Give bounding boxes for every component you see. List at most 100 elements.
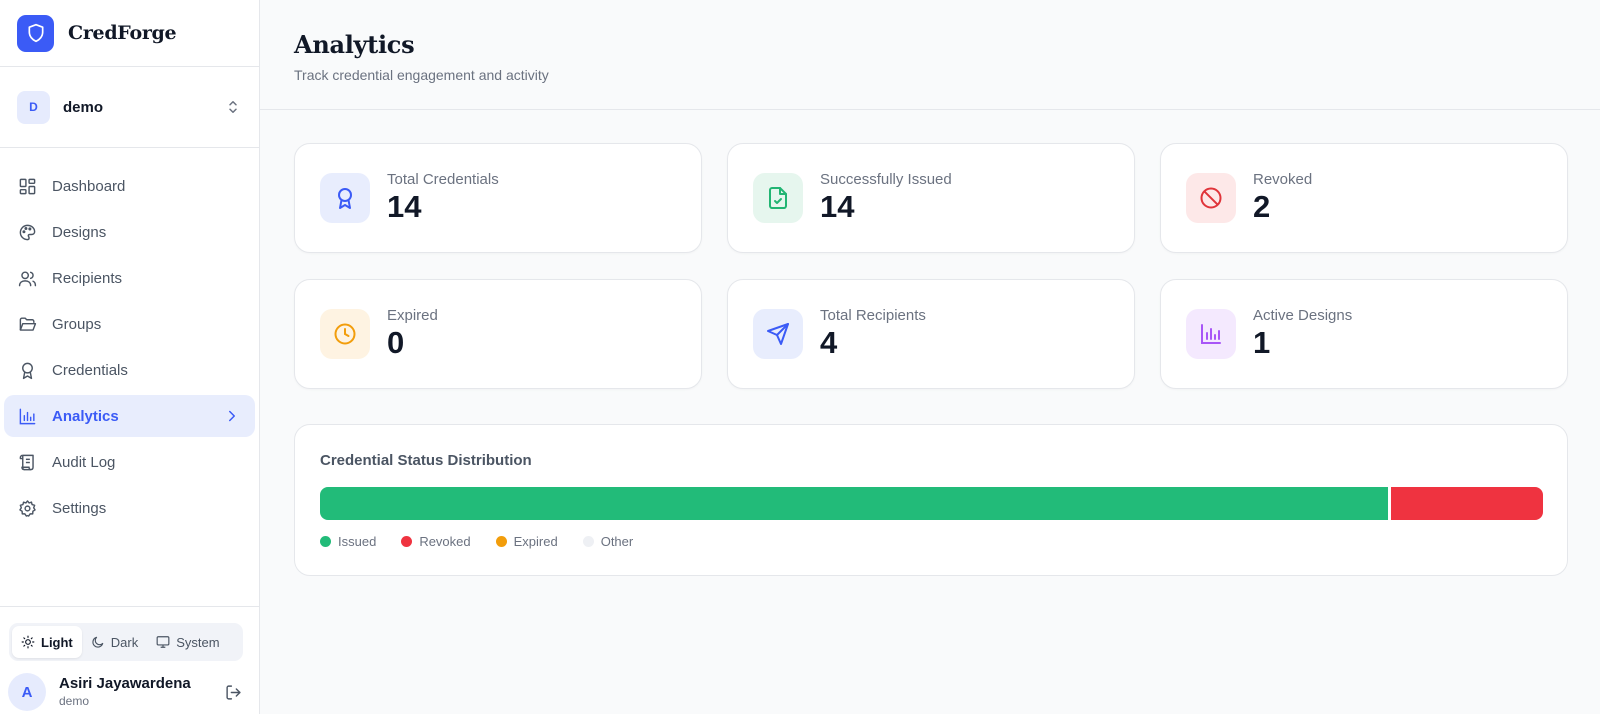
sidebar: CredForge D demo Dashboard Designs Recip… <box>0 0 260 714</box>
stat-card-successfully-issued: Successfully Issued 14 <box>727 143 1135 253</box>
brand-name: CredForge <box>68 22 177 44</box>
stat-icon-bg <box>320 309 370 359</box>
palette-icon <box>17 222 37 242</box>
legend-item-expired: Expired <box>495 534 558 549</box>
stats-grid: Total Credentials 14 Successfully Issued… <box>294 143 1568 389</box>
stat-icon-bg <box>320 173 370 223</box>
chevron-right-icon <box>229 410 235 422</box>
chevrons-up-down-icon <box>229 101 237 113</box>
stat-value: 14 <box>820 189 855 224</box>
legend-label: Other <box>600 534 634 549</box>
scroll-icon <box>17 452 37 472</box>
org-name: demo <box>63 98 104 116</box>
legend-item-other: Other <box>582 534 634 549</box>
dashboard-icon <box>17 176 37 196</box>
legend-dot <box>495 536 507 547</box>
user-org: demo <box>59 694 90 708</box>
theme-dark-label: Dark <box>110 634 139 650</box>
page-header: Analytics Track credential engagement an… <box>260 0 1600 110</box>
org-switcher[interactable]: D demo <box>0 67 259 148</box>
stat-value: 1 <box>1253 325 1271 360</box>
user-profile: A Asiri Jayawardena demo <box>8 672 244 712</box>
bar-segment-revoked <box>1390 487 1543 520</box>
theme-light-button[interactable]: Light <box>12 626 82 658</box>
moon-icon <box>92 636 104 648</box>
main-content: Analytics Track credential engagement an… <box>260 0 1600 714</box>
legend-item-issued: Issued <box>320 534 376 549</box>
award-icon <box>17 360 37 380</box>
stat-icon-bg <box>1186 173 1236 223</box>
user-name: Asiri Jayawardena <box>59 675 191 692</box>
bar-chart-icon <box>17 406 37 426</box>
distribution-legend: Issued Revoked Expired Other <box>320 534 1542 549</box>
clock-icon <box>334 323 356 345</box>
sidebar-item-label: Dashboard <box>52 177 126 195</box>
stat-card-total-credentials: Total Credentials 14 <box>294 143 702 253</box>
stat-value: 2 <box>1253 189 1271 224</box>
page-subtitle: Track credential engagement and activity <box>294 67 549 83</box>
stat-value: 14 <box>387 189 422 224</box>
stat-label: Revoked <box>1253 171 1313 188</box>
theme-light-label: Light <box>41 634 73 650</box>
sidebar-item-label: Settings <box>52 499 107 517</box>
sidebar-item-label: Groups <box>52 315 102 333</box>
sidebar-item-dashboard[interactable]: Dashboard <box>4 165 255 207</box>
ban-icon <box>1200 187 1222 209</box>
stat-card-active-designs: Active Designs 1 <box>1160 279 1568 389</box>
stat-icon-bg <box>1186 309 1236 359</box>
folder-open-icon <box>17 314 37 334</box>
theme-dark-button[interactable]: Dark <box>82 626 147 658</box>
theme-system-button[interactable]: System <box>147 626 228 658</box>
avatar: A <box>8 673 46 711</box>
distribution-title: Credential Status Distribution <box>320 452 532 469</box>
sidebar-item-settings[interactable]: Settings <box>4 487 255 529</box>
sidebar-item-credentials[interactable]: Credentials <box>4 349 255 391</box>
stat-card-revoked: Revoked 2 <box>1160 143 1568 253</box>
status-distribution-card: Credential Status Distribution Issued Re… <box>294 424 1568 576</box>
theme-toggle: Light Dark System <box>9 623 243 661</box>
legend-dot <box>582 536 594 547</box>
sidebar-item-groups[interactable]: Groups <box>4 303 255 345</box>
users-icon <box>17 268 37 288</box>
legend-item-revoked: Revoked <box>401 534 471 549</box>
send-icon <box>767 323 789 345</box>
stat-label: Expired <box>387 307 438 324</box>
sidebar-item-analytics[interactable]: Analytics <box>4 395 255 437</box>
user-info: Asiri Jayawardena demo <box>59 675 222 709</box>
stat-label: Total Credentials <box>387 171 499 188</box>
sidebar-item-label: Analytics <box>52 407 119 425</box>
stat-label: Successfully Issued <box>820 171 952 188</box>
logout-button[interactable] <box>222 681 244 703</box>
sidebar-item-label: Audit Log <box>52 453 116 471</box>
stat-card-total-recipients: Total Recipients 4 <box>727 279 1135 389</box>
page-title: Analytics <box>294 30 415 59</box>
bar-chart-icon <box>1201 324 1221 344</box>
brand: CredForge <box>0 0 259 67</box>
stat-label: Active Designs <box>1253 307 1353 324</box>
sidebar-item-audit-log[interactable]: Audit Log <box>4 441 255 483</box>
sidebar-item-recipients[interactable]: Recipients <box>4 257 255 299</box>
stat-icon-bg <box>753 173 803 223</box>
theme-system-label: System <box>176 634 220 650</box>
stat-label: Total Recipients <box>820 307 926 324</box>
monitor-icon <box>156 636 170 648</box>
org-avatar: D <box>17 90 50 124</box>
shield-logo-icon <box>17 14 54 52</box>
legend-label: Revoked <box>419 534 471 549</box>
legend-dot <box>320 536 331 547</box>
file-check-icon <box>769 187 787 209</box>
sidebar-item-label: Credentials <box>52 361 128 379</box>
gear-icon <box>17 498 37 518</box>
stat-icon-bg <box>753 309 803 359</box>
sidebar-item-label: Recipients <box>52 269 123 287</box>
sidebar-item-designs[interactable]: Designs <box>4 211 255 253</box>
legend-dot <box>401 536 413 547</box>
sidebar-nav: Dashboard Designs Recipients Groups Cred… <box>0 148 259 529</box>
sidebar-footer: Light Dark System A Asiri Jayawardena de… <box>0 606 260 714</box>
bar-segment-issued <box>320 487 1388 520</box>
stat-value: 0 <box>387 325 405 360</box>
distribution-bar <box>320 487 1543 520</box>
stat-card-expired: Expired 0 <box>294 279 702 389</box>
sun-icon <box>21 635 35 649</box>
logout-icon <box>225 684 241 700</box>
